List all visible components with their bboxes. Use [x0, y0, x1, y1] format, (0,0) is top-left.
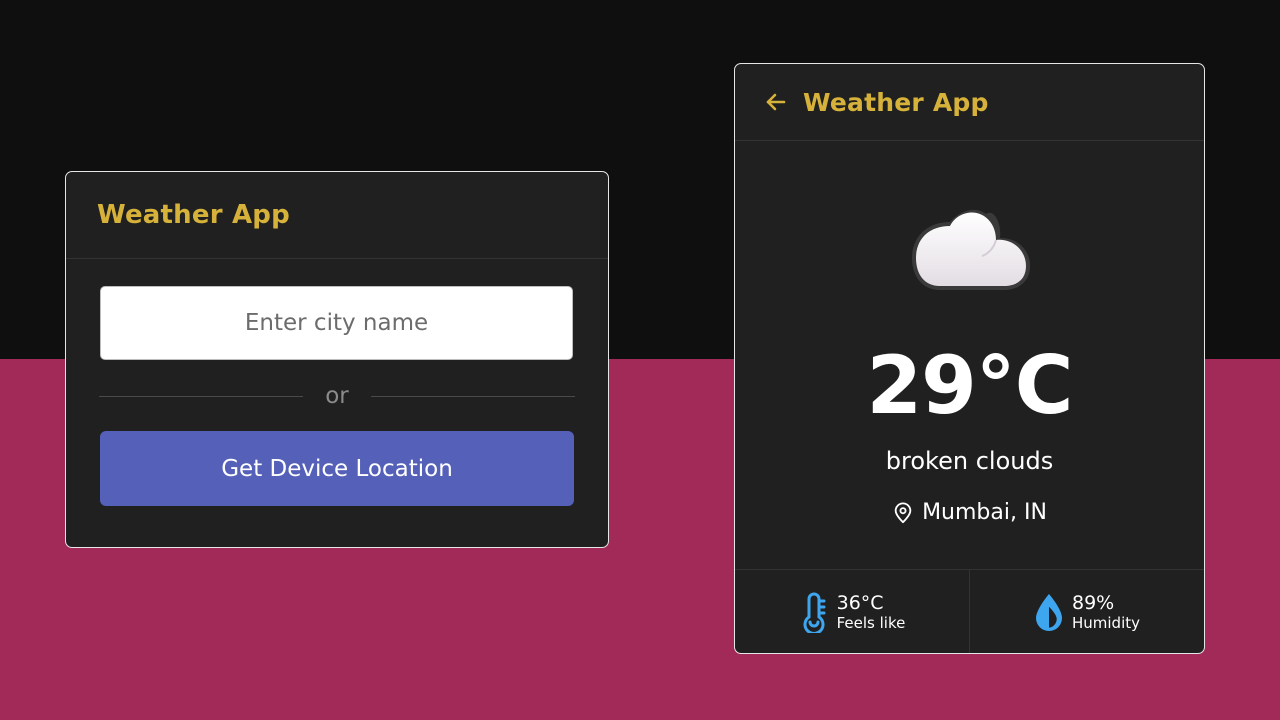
search-card: Weather App or Get Device Location — [65, 171, 609, 548]
cloud-icon — [910, 204, 1032, 294]
app-title: Weather App — [803, 87, 989, 117]
map-pin-icon — [892, 501, 914, 525]
or-divider: or — [99, 379, 575, 413]
feels-like-value: 36°C — [836, 592, 884, 614]
divider-line-right — [371, 396, 575, 397]
thermometer-icon — [799, 591, 829, 633]
app-title: Weather App — [97, 200, 290, 230]
arrow-left-icon[interactable] — [763, 89, 789, 115]
humidity-text: 89% Humidity — [1072, 592, 1140, 632]
humidity-value: 89% — [1071, 592, 1115, 614]
humidity-label: Humidity — [1071, 614, 1140, 632]
feels-like-label: Feels like — [836, 614, 906, 632]
weather-card: Weather App 29°C broken clouds Mumbai, I… — [734, 63, 1205, 654]
location: Mumbai, IN — [735, 500, 1204, 525]
or-label: or — [325, 383, 349, 409]
weather-stats: 36°C Feels like 89% Humidity — [735, 569, 1204, 653]
location-name: Mumbai, IN — [922, 500, 1047, 525]
temperature: 29°C — [866, 339, 1073, 432]
humidity-stat: 89% Humidity — [969, 570, 1204, 653]
feels-like-stat: 36°C Feels like — [735, 570, 969, 653]
water-drop-icon — [1034, 591, 1064, 633]
feels-like-text: 36°C Feels like — [837, 592, 906, 632]
city-name-input[interactable] — [100, 286, 573, 360]
search-card-header: Weather App — [66, 172, 608, 259]
weather-description: broken clouds — [885, 447, 1054, 475]
weather-card-header: Weather App — [735, 64, 1204, 141]
get-device-location-button[interactable]: Get Device Location — [100, 431, 574, 506]
divider-line-left — [99, 396, 303, 397]
